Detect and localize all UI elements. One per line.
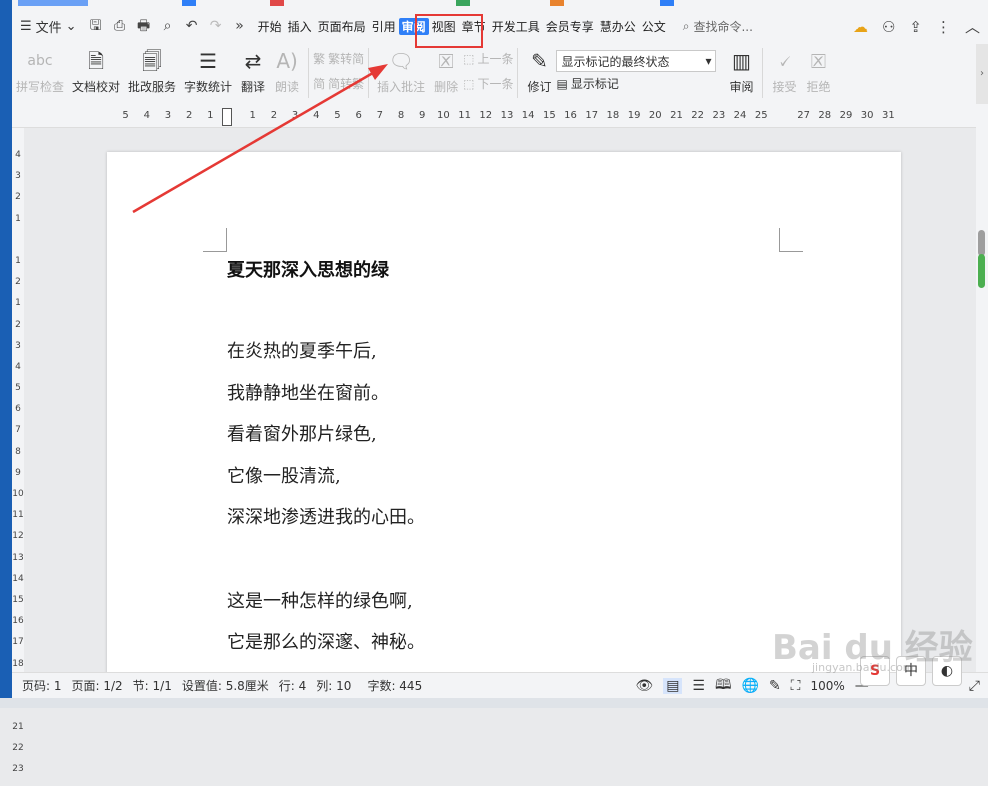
- annotation-arrow: [132, 64, 388, 214]
- vruler-tick-label: 23: [12, 764, 24, 775]
- vruler-tick-label: 21: [12, 722, 24, 733]
- vruler-tick-label: 22: [12, 743, 24, 754]
